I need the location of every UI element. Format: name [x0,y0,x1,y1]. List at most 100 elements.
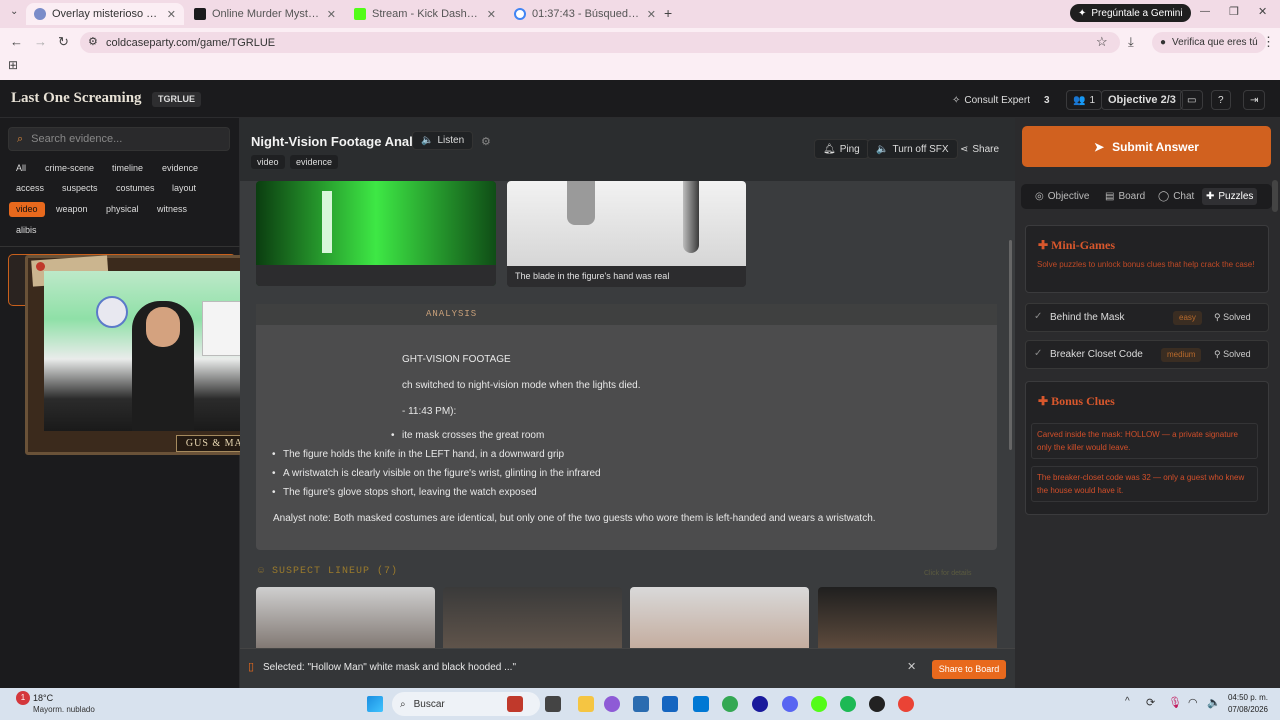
help-button[interactable]: ? [1211,90,1231,110]
filter-crime-scene[interactable]: crime-scene [38,161,101,176]
bookmark-star-icon[interactable]: ☆ [1096,34,1108,50]
tab-list-icon[interactable]: ⌄ [10,6,18,17]
difficulty-badge: medium [1161,348,1202,362]
target-icon: ◎ [1035,191,1044,202]
exit-button[interactable]: ⇥ [1243,90,1266,110]
filter-all[interactable]: All [9,161,33,176]
search-icon: ⌕ [400,698,406,710]
filter-witness[interactable]: witness [150,202,194,217]
settings-gear-icon[interactable]: ⚙ [481,135,491,148]
ea-icon[interactable] [752,696,768,712]
mini-game-item[interactable]: ✓ Breaker Closet Code medium ⚲ Solved [1025,340,1269,369]
new-tab-button[interactable]: + [664,5,672,21]
search-placeholder: Search evidence... [31,133,123,145]
evidence-image-card[interactable] [256,181,496,286]
filter-suspects[interactable]: suspects [55,181,105,196]
site-info-icon[interactable]: ⚙ [88,35,98,48]
chevron-up-icon[interactable]: ^ [1125,696,1130,707]
filter-alibis[interactable]: alibis [9,223,44,238]
maximize-icon[interactable]: ❐ [1229,5,1239,18]
task-view-icon[interactable] [545,696,561,712]
main-scrollbar[interactable] [1009,240,1012,450]
mini-game-item[interactable]: ✓ Behind the Mask easy ⚲ Solved [1025,303,1269,332]
forward-icon[interactable]: → [34,34,47,49]
share-button[interactable]: ⋖ Share [952,139,1007,159]
filter-layout[interactable]: layout [165,181,203,196]
store-icon[interactable] [662,696,678,712]
back-icon[interactable]: ← [10,34,23,49]
filter-video[interactable]: video [9,202,45,217]
google-icon [514,8,526,20]
chrome-icon[interactable] [722,696,738,712]
objective-progress[interactable]: Objective 2/3 [1101,90,1183,110]
kick-icon[interactable] [811,696,827,712]
reload-icon[interactable]: ↻ [58,34,69,50]
bonus-clue: The breaker-closet code was 32 — only a … [1031,466,1258,502]
news-widget-icon[interactable] [507,696,523,712]
filter-timeline[interactable]: timeline [105,161,150,176]
close-window-icon[interactable]: ✕ [1258,5,1267,18]
analysis-bullet: The figure's glove stops short, leaving … [272,487,537,498]
ball-decoration [96,296,128,328]
tab-board[interactable]: ▤ Board [1101,188,1149,205]
solved-label: Solved [1223,349,1251,359]
tab-google[interactable]: 01:37:43 - Búsqueda de Google ✕ [506,3,664,25]
volume-icon[interactable]: 🔈 [1207,696,1221,709]
spotify-icon[interactable] [840,696,856,712]
evidence-title: Night-Vision Footage Analysis [251,134,439,149]
discord-icon[interactable] [782,696,798,712]
close-icon[interactable]: ✕ [167,8,176,21]
close-icon[interactable]: ✕ [907,660,916,673]
filter-access[interactable]: access [9,181,51,196]
download-icon[interactable]: ⤓ [1128,34,1134,50]
clock-time[interactable]: 04:50 p. m. [1226,693,1268,702]
ping-button[interactable]: 🔔︎ Ping [814,139,869,159]
evidence-image-card[interactable]: The blade in the figure's hand was real [507,181,746,287]
tab-murder-mystery[interactable]: Online Murder Mystery Game f ✕ [186,3,344,25]
copilot-icon[interactable] [604,696,620,712]
filter-weapon[interactable]: weapon [49,202,95,217]
mini-games-heading: Mini-Games [1051,238,1116,252]
minimize-icon[interactable]: — [1200,6,1210,17]
mini-game-title: Breaker Closet Code [1050,349,1143,360]
clock-date: 07/08/2026 [1227,705,1268,714]
filter-costumes[interactable]: costumes [109,181,162,196]
panel-scrollbar[interactable] [1272,180,1278,212]
gemini-button[interactable]: ✦ Pregúntale a Gemini [1070,4,1191,22]
wifi-icon[interactable]: ◠ [1188,696,1198,709]
app-logo[interactable]: Last One Screaming [11,90,142,107]
tab-overlay[interactable]: Overlay misterioso para stream ✕ [26,3,184,25]
consult-expert-button[interactable]: ✧ Consult Expert 3 [952,90,1050,110]
close-icon[interactable]: ✕ [487,8,496,21]
menu-kebab-icon[interactable]: ⋮ [1262,34,1275,50]
tab-objective[interactable]: ◎ Objective [1031,188,1093,205]
filter-evidence[interactable]: evidence [155,161,205,176]
apps-grid-icon[interactable]: ⊞ [8,58,18,72]
speaker-icon: 🔈 [421,135,434,146]
obs-icon[interactable] [869,696,885,712]
listen-button[interactable]: 🔈 Listen [412,131,474,150]
windows-start-icon[interactable] [367,696,383,712]
tab-puzzles[interactable]: ✚ Puzzles [1202,188,1258,205]
close-icon[interactable]: ✕ [647,8,656,21]
sfx-toggle-button[interactable]: 🔈 Turn off SFX [867,139,958,159]
tab-kick[interactable]: Stream - Kick Dashboard ✕ [346,3,504,25]
sync-icon[interactable]: ⟳ [1146,696,1155,709]
submit-answer-button[interactable]: ➤ Submit Answer [1022,126,1271,167]
weather-temp[interactable]: 18°C [33,693,53,703]
close-icon[interactable]: ✕ [327,8,336,21]
share-to-board-button[interactable]: Share to Board [932,660,1006,679]
app-icon[interactable] [693,696,709,712]
profile-verify-button[interactable]: ● Verifica que eres tú [1152,32,1266,53]
briefcase-button[interactable]: ▭ [1180,90,1204,110]
mic-icon[interactable]: 🎙︎ [1168,696,1182,709]
chrome-icon[interactable] [898,696,914,712]
board-icon: ▤ [1105,191,1115,202]
address-bar[interactable]: ⚙ coldcaseparty.com/game/TGRLUE ☆ [80,32,1120,53]
evidence-search-input[interactable]: ⌕ Search evidence... [8,127,230,151]
file-explorer-icon[interactable] [578,696,594,712]
filter-physical[interactable]: physical [99,202,146,217]
app-icon[interactable] [633,696,649,712]
players-button[interactable]: 👥 1 [1066,90,1103,110]
tab-chat[interactable]: ◯ Chat [1154,188,1198,205]
